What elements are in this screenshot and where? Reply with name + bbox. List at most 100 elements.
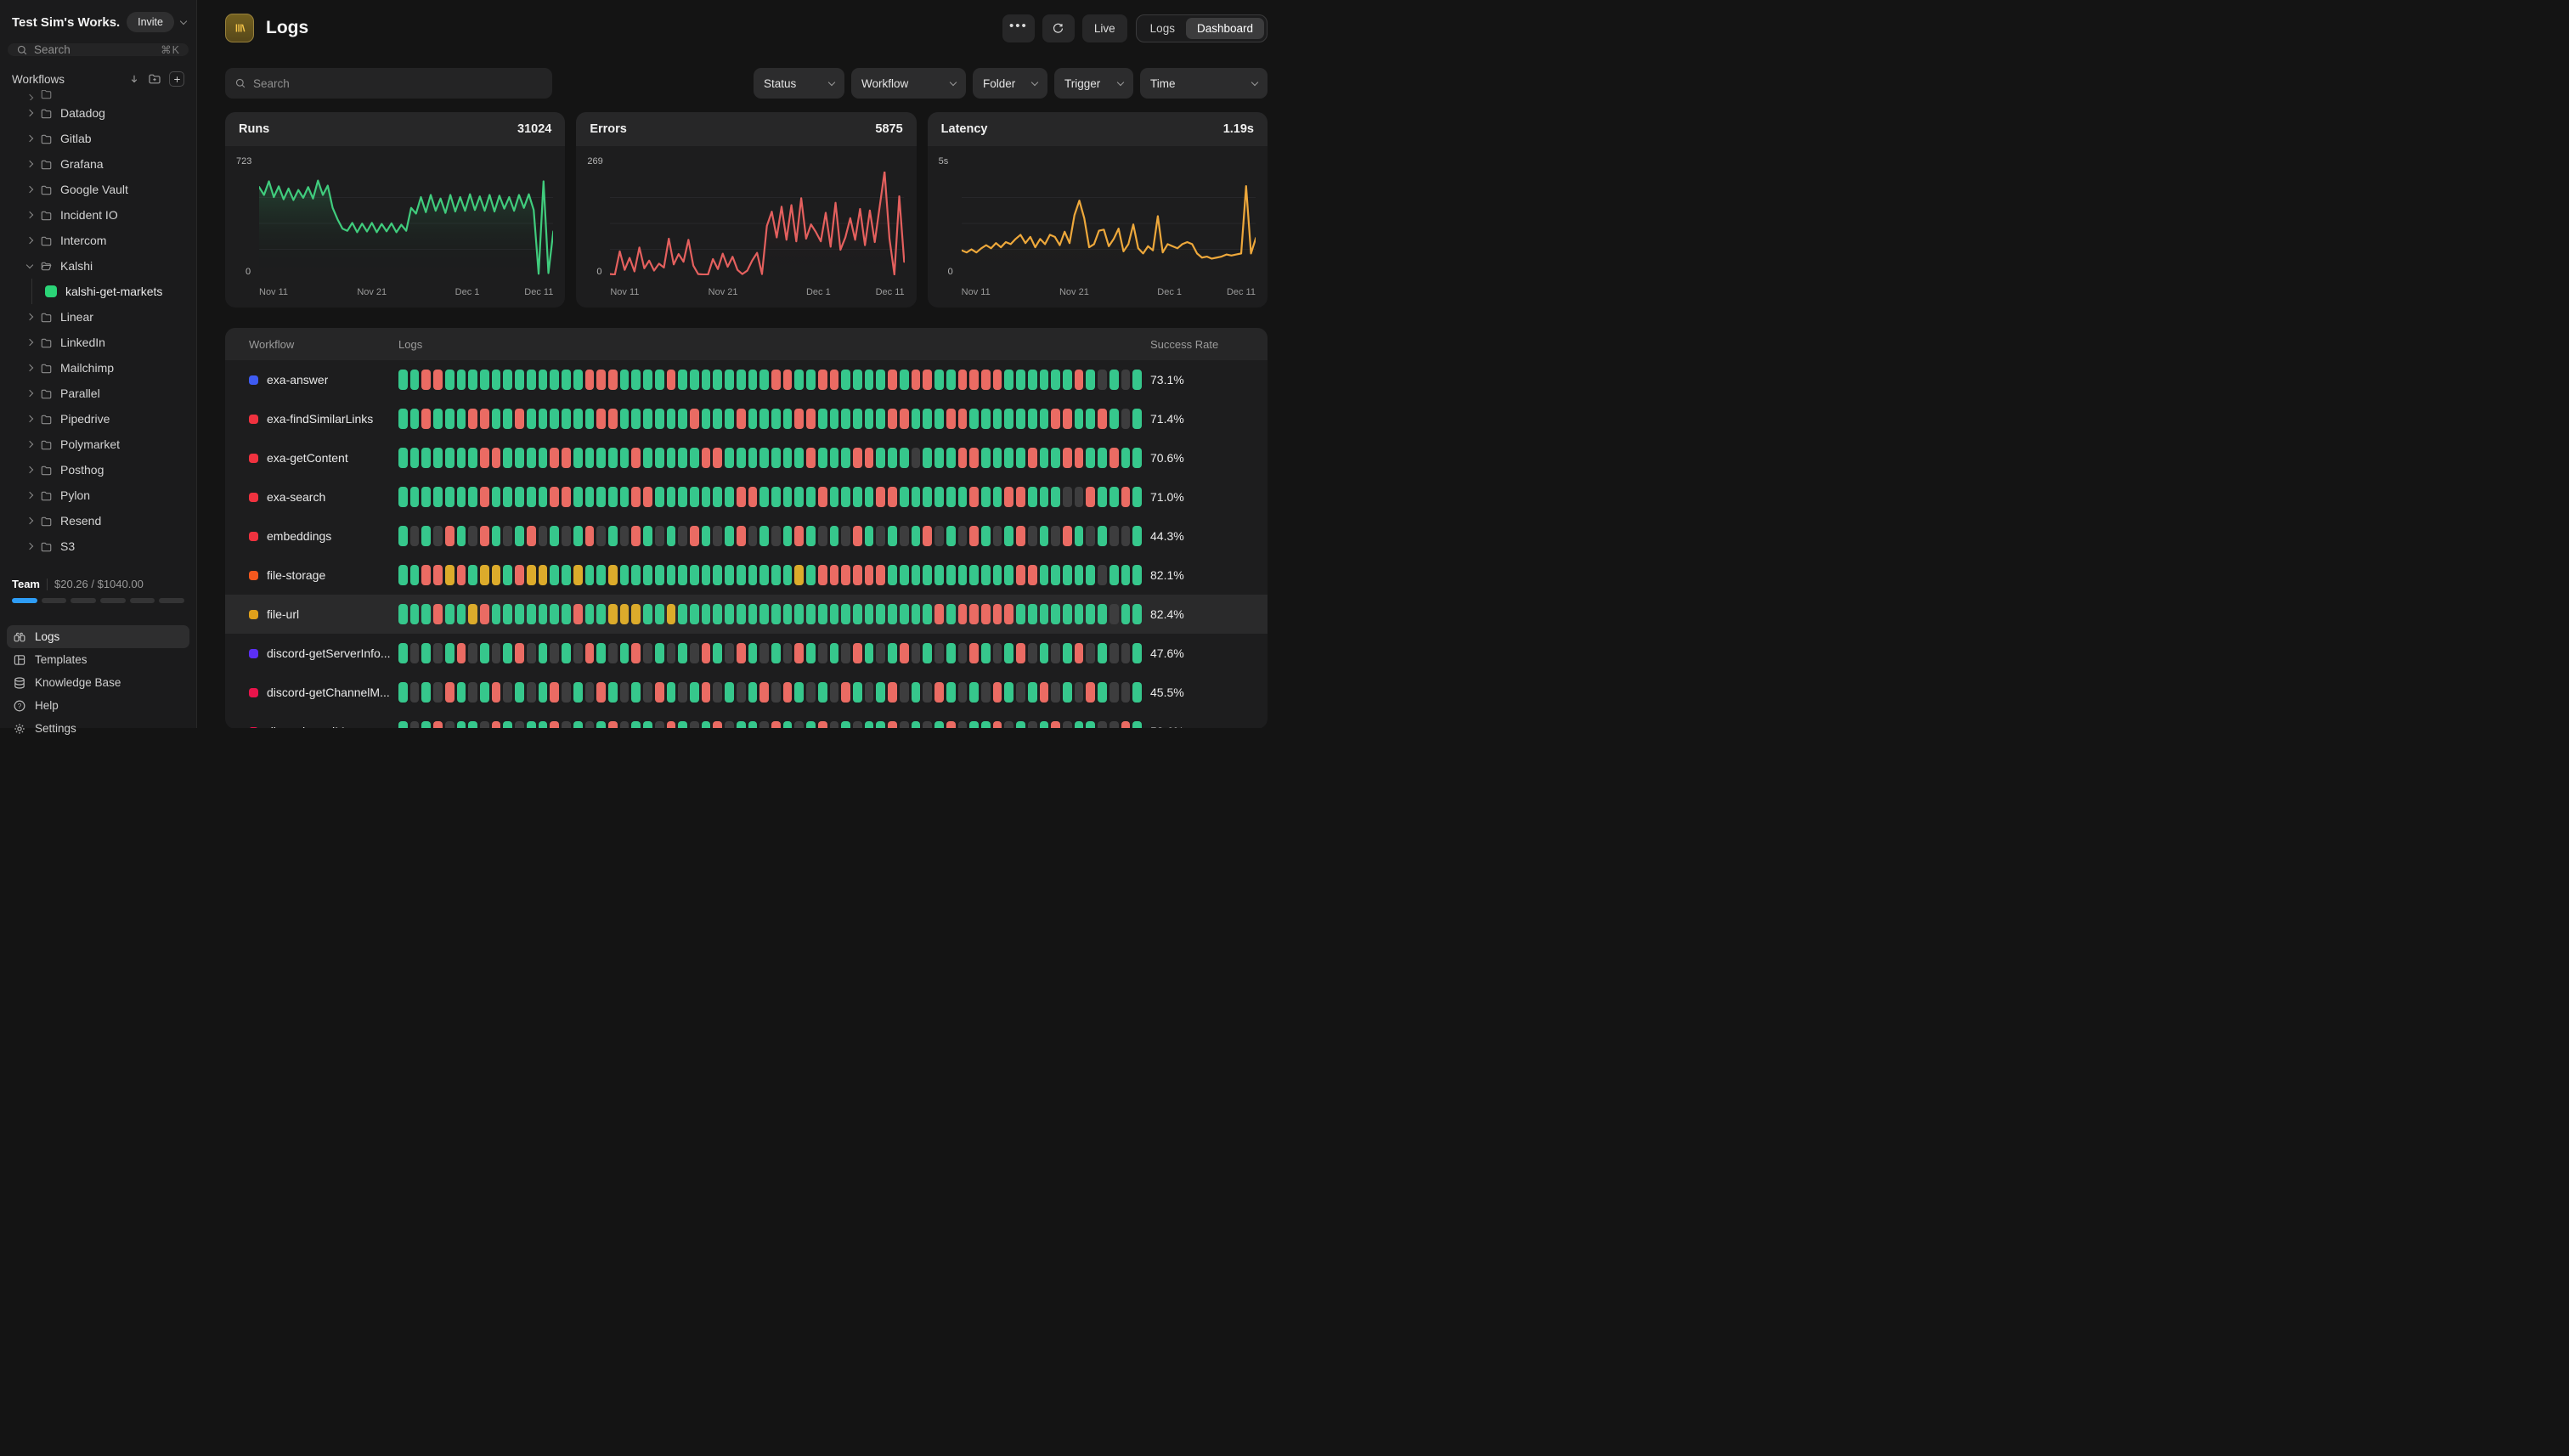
log-bar[interactable] [585, 487, 595, 507]
log-bar[interactable] [527, 409, 536, 429]
log-bar[interactable] [433, 643, 443, 663]
log-bar[interactable] [1086, 370, 1095, 390]
log-bar[interactable] [713, 565, 722, 585]
log-bar[interactable] [876, 721, 885, 728]
log-bar[interactable] [853, 526, 862, 546]
log-bar[interactable] [1040, 409, 1049, 429]
log-bar[interactable] [1040, 448, 1049, 468]
log-bar[interactable] [934, 526, 944, 546]
log-bar[interactable] [923, 487, 932, 507]
log-bar[interactable] [981, 448, 991, 468]
log-bar[interactable] [398, 643, 408, 663]
logs-search-input[interactable] [253, 77, 543, 90]
log-bar[interactable] [1132, 448, 1142, 468]
log-bar[interactable] [1004, 643, 1013, 663]
log-bar[interactable] [468, 721, 477, 728]
log-bar[interactable] [398, 448, 408, 468]
log-bar[interactable] [958, 682, 968, 703]
log-bar[interactable] [515, 448, 524, 468]
log-bar[interactable] [1086, 448, 1095, 468]
log-bar[interactable] [573, 643, 583, 663]
log-bar[interactable] [958, 604, 968, 624]
log-bar[interactable] [806, 604, 816, 624]
log-bar[interactable] [678, 448, 687, 468]
log-bar[interactable] [421, 526, 431, 546]
log-bar[interactable] [643, 448, 652, 468]
log-bar[interactable] [608, 370, 618, 390]
log-bar[interactable] [480, 409, 489, 429]
log-bar[interactable] [608, 721, 618, 728]
log-bar[interactable] [759, 487, 769, 507]
log-bar[interactable] [1075, 643, 1084, 663]
log-bar[interactable] [713, 682, 722, 703]
log-bar[interactable] [620, 565, 630, 585]
log-bar[interactable] [1075, 370, 1084, 390]
log-bar[interactable] [527, 370, 536, 390]
log-bar[interactable] [1121, 604, 1131, 624]
log-bar[interactable] [515, 370, 524, 390]
log-bar[interactable] [1004, 448, 1013, 468]
sidebar-folder-pipedrive[interactable]: Pipedrive [0, 406, 196, 432]
log-bar[interactable] [1063, 565, 1072, 585]
log-bar[interactable] [830, 448, 839, 468]
log-bar[interactable] [888, 565, 897, 585]
log-bar[interactable] [410, 721, 420, 728]
log-bar[interactable] [748, 526, 758, 546]
log-bar[interactable] [934, 721, 944, 728]
log-bar[interactable] [457, 604, 466, 624]
log-bar[interactable] [503, 487, 512, 507]
log-bar[interactable] [1132, 682, 1142, 703]
sidebar-folder-posthog[interactable]: Posthog [0, 457, 196, 483]
log-bar[interactable] [794, 526, 804, 546]
log-bar[interactable] [737, 526, 746, 546]
log-bar[interactable] [1121, 526, 1131, 546]
log-bar[interactable] [539, 682, 548, 703]
log-bar[interactable] [457, 409, 466, 429]
log-bar[interactable] [678, 487, 687, 507]
log-bar[interactable] [1063, 487, 1072, 507]
log-bar[interactable] [1075, 721, 1084, 728]
log-bar[interactable] [596, 604, 606, 624]
log-bar[interactable] [737, 643, 746, 663]
log-bar[interactable] [596, 721, 606, 728]
log-bar[interactable] [1098, 565, 1107, 585]
log-bar[interactable] [900, 721, 909, 728]
log-bar[interactable] [1016, 682, 1025, 703]
log-bar[interactable] [1004, 682, 1013, 703]
log-bar[interactable] [631, 643, 641, 663]
log-bar[interactable] [1028, 448, 1037, 468]
log-bar[interactable] [969, 643, 979, 663]
log-bar[interactable] [737, 370, 746, 390]
log-bar[interactable] [818, 487, 827, 507]
log-bar[interactable] [702, 604, 711, 624]
log-bar[interactable] [468, 448, 477, 468]
log-bar[interactable] [421, 370, 431, 390]
log-bar[interactable] [1004, 565, 1013, 585]
sidebar-folder-incident-io[interactable]: Incident IO [0, 202, 196, 228]
log-bar[interactable] [433, 604, 443, 624]
filter-trigger[interactable]: Trigger [1054, 68, 1133, 99]
log-bar[interactable] [433, 487, 443, 507]
log-bar[interactable] [981, 643, 991, 663]
log-bar[interactable] [1086, 721, 1095, 728]
log-bar[interactable] [912, 565, 921, 585]
log-bar[interactable] [1016, 409, 1025, 429]
log-bar[interactable] [527, 448, 536, 468]
log-bar[interactable] [865, 487, 874, 507]
log-bar[interactable] [667, 409, 676, 429]
log-bar[interactable] [398, 721, 408, 728]
log-bar[interactable] [398, 487, 408, 507]
log-bar[interactable] [725, 448, 734, 468]
log-bar[interactable] [1121, 409, 1131, 429]
log-bar[interactable] [888, 682, 897, 703]
log-bar[interactable] [1063, 448, 1072, 468]
log-bar[interactable] [794, 721, 804, 728]
log-bar[interactable] [655, 721, 664, 728]
log-bar[interactable] [713, 643, 722, 663]
log-bar[interactable] [492, 565, 501, 585]
log-bar[interactable] [830, 526, 839, 546]
sidebar-folder-datadog[interactable]: Datadog [0, 100, 196, 126]
log-bar[interactable] [457, 682, 466, 703]
log-bar[interactable] [631, 604, 641, 624]
log-bar[interactable] [713, 370, 722, 390]
